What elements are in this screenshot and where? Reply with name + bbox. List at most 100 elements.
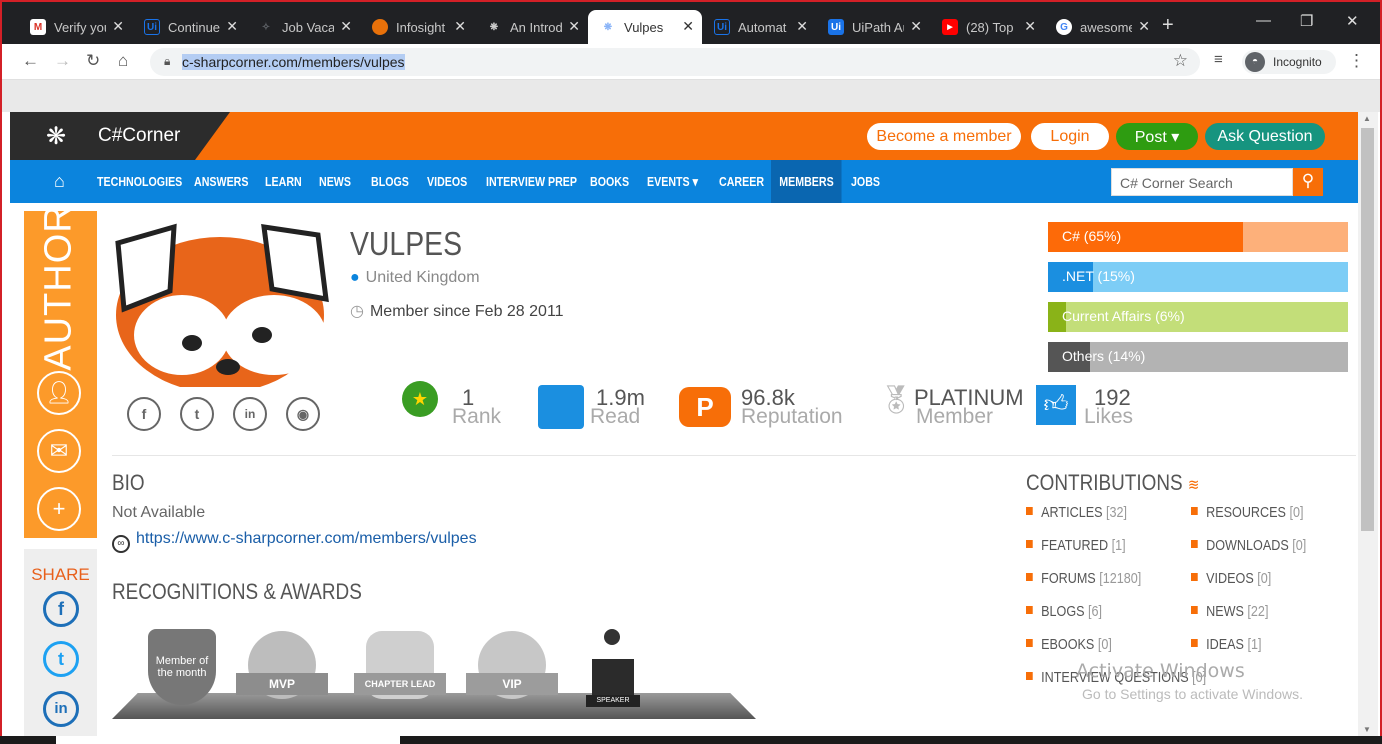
close-tab-icon[interactable]: ✕ xyxy=(226,18,238,35)
add-friend-icon[interactable]: + xyxy=(37,487,81,531)
scroll-down-icon[interactable]: ▼ xyxy=(1363,725,1371,734)
ask-question-button[interactable]: Ask Question xyxy=(1205,123,1325,150)
browser-menu-icon[interactable]: ⋮ xyxy=(1348,51,1365,71)
home-icon[interactable]: ⌂ xyxy=(54,171,65,192)
site-logo[interactable]: ❋ C#Corner xyxy=(10,112,230,160)
scrollbar-thumb[interactable] xyxy=(1361,128,1374,531)
close-window-icon[interactable]: ✕ xyxy=(1346,12,1359,30)
close-tab-icon[interactable]: ✕ xyxy=(1138,18,1150,35)
message-icon[interactable]: ✉ xyxy=(37,429,81,473)
browser-tab[interactable]: Infosight ✕ xyxy=(360,10,474,44)
close-tab-icon[interactable]: ✕ xyxy=(796,18,808,35)
nav-career[interactable]: CAREER xyxy=(719,160,764,203)
nav-videos[interactable]: VIDEOS xyxy=(427,160,467,203)
nav-technologies[interactable]: TECHNOLOGIES xyxy=(97,160,182,203)
author-label: AUTHOR xyxy=(37,203,80,371)
reload-icon[interactable]: ↻ xyxy=(86,51,100,71)
bookmark-star-icon[interactable]: ☆ xyxy=(1173,51,1188,71)
incognito-badge[interactable]: ◓ Incognito xyxy=(1242,50,1336,74)
stat-rank: ★ 1 Rank xyxy=(402,381,512,437)
stat-read: 1.9m Read xyxy=(538,381,648,437)
contrib-articles[interactable]: ARTICLES [32] xyxy=(1026,504,1127,521)
browser-tab[interactable]: Gawesome ✕ xyxy=(1044,10,1158,44)
award-chapter-lead: CHAPTER LEAD xyxy=(354,629,446,709)
uipath-icon: Ui xyxy=(828,19,844,35)
contrib-blogs[interactable]: BLOGS [6] xyxy=(1026,603,1102,620)
rss-icon[interactable]: ≋ xyxy=(1188,477,1200,494)
close-tab-icon[interactable]: ✕ xyxy=(682,18,694,35)
browser-tab[interactable]: MVerify your✕ xyxy=(18,10,132,44)
post-button[interactable]: Post ▾ xyxy=(1116,123,1198,150)
close-tab-icon[interactable]: ✕ xyxy=(454,18,466,35)
nav-news[interactable]: NEWS xyxy=(319,160,351,203)
forward-icon[interactable]: → xyxy=(54,51,71,71)
contrib-videos[interactable]: VIDEOS [0] xyxy=(1191,570,1271,587)
search-icon[interactable]: ⚲ xyxy=(1293,168,1323,196)
become-member-button[interactable]: Become a member xyxy=(867,123,1021,150)
minimize-icon[interactable]: — xyxy=(1256,12,1271,29)
new-tab-icon[interactable]: + xyxy=(1162,14,1174,37)
share-label: SHARE xyxy=(31,565,90,584)
contrib-resources[interactable]: RESOURCES [0] xyxy=(1191,504,1303,521)
csharp-corner-icon: ❋ xyxy=(489,21,499,33)
github-icon[interactable]: ◉ xyxy=(286,397,320,431)
address-bar[interactable]: 🔒︎ c-sharpcorner.com/members/vulpes ☆ xyxy=(150,48,1200,76)
skill-bar-current-affairs[interactable]: Current Affairs (6%) xyxy=(1048,302,1348,332)
restore-icon[interactable]: ❐ xyxy=(1300,12,1313,30)
bio-title: BIO xyxy=(112,470,145,495)
taskbar-search[interactable] xyxy=(56,736,400,744)
uipath-icon: Ui xyxy=(714,19,730,35)
close-tab-icon[interactable]: ✕ xyxy=(1024,18,1036,35)
page-scrollbar[interactable]: ▲ ▼ xyxy=(1358,112,1378,736)
back-icon[interactable]: ← xyxy=(22,51,39,71)
contrib-ebooks[interactable]: EBOOKS [0] xyxy=(1026,636,1112,653)
twitter-icon[interactable]: t xyxy=(180,397,214,431)
browser-tab[interactable]: Ui Automat ✕ xyxy=(702,10,816,44)
browser-tab[interactable]: ❋ An Introd ✕ xyxy=(474,10,588,44)
contrib-featured[interactable]: FEATURED [1] xyxy=(1026,537,1126,554)
nav-members[interactable]: MEMBERS xyxy=(771,160,842,203)
close-tab-icon[interactable]: ✕ xyxy=(910,18,922,35)
skill-bar-csharp[interactable]: C# (65%) xyxy=(1048,222,1348,252)
nav-answers[interactable]: ANSWERS xyxy=(194,160,248,203)
media-queue-icon[interactable]: ≡ xyxy=(1214,51,1223,68)
award-speaker: SPEAKER xyxy=(586,629,646,709)
contrib-forums[interactable]: FORUMS [12180] xyxy=(1026,570,1141,587)
facebook-icon[interactable]: f xyxy=(127,397,161,431)
share-facebook-icon[interactable]: f xyxy=(43,591,79,627)
contrib-ideas[interactable]: IDEAS [1] xyxy=(1191,636,1261,653)
share-linkedin-icon[interactable]: in xyxy=(43,691,79,727)
close-tab-icon[interactable]: ✕ xyxy=(568,18,580,35)
location-pin-icon: ● xyxy=(350,269,360,286)
nav-blogs[interactable]: BLOGS xyxy=(371,160,409,203)
close-tab-icon[interactable]: ✕ xyxy=(112,18,124,35)
nav-jobs[interactable]: JOBS xyxy=(851,160,880,203)
browser-tab[interactable]: ✧Job Vacan✕ xyxy=(246,10,360,44)
browser-window: MVerify your✕ UiContinue✕ ✧Job Vacan✕ In… xyxy=(0,0,1382,744)
nav-learn[interactable]: LEARN xyxy=(265,160,302,203)
close-tab-icon[interactable]: ✕ xyxy=(340,18,352,35)
thumbs-up-icon: 👍︎ xyxy=(1036,385,1076,425)
linkedin-icon[interactable]: in xyxy=(233,397,267,431)
login-button[interactable]: Login xyxy=(1031,123,1109,150)
home-icon[interactable]: ⌂ xyxy=(118,51,128,71)
browser-tab[interactable]: Ui Continue ✕ xyxy=(132,10,246,44)
bio-link[interactable]: https://www.c-sharpcorner.com/members/vu… xyxy=(136,530,477,547)
skill-bar-others[interactable]: Others (14%) xyxy=(1048,342,1348,372)
share-twitter-icon[interactable]: t xyxy=(43,641,79,677)
search-input[interactable]: C# Corner Search xyxy=(1111,168,1293,196)
skill-bar-dotnet[interactable]: .NET (15%) xyxy=(1048,262,1348,292)
nav-books[interactable]: BOOKS xyxy=(590,160,629,203)
csharp-corner-logo-icon: ❋ xyxy=(46,123,67,150)
browser-tab-active[interactable]: ❋ Vulpes ✕ xyxy=(588,10,702,44)
nav-events[interactable]: EVENTS ▾ xyxy=(647,160,698,203)
nav-interview-prep[interactable]: INTERVIEW PREP xyxy=(486,160,577,203)
browser-tab[interactable]: ▶ (28) Top ✕ xyxy=(930,10,1044,44)
browser-tab[interactable]: UiUiPath Au✕ xyxy=(816,10,930,44)
contrib-news[interactable]: NEWS [22] xyxy=(1191,603,1268,620)
scroll-up-icon[interactable]: ▲ xyxy=(1363,114,1371,123)
follow-user-icon[interactable]: 👤︎ xyxy=(37,371,81,415)
contrib-downloads[interactable]: DOWNLOADS [0] xyxy=(1191,537,1306,554)
globe-icon xyxy=(372,19,388,35)
award-mvp: MVP xyxy=(236,629,328,709)
